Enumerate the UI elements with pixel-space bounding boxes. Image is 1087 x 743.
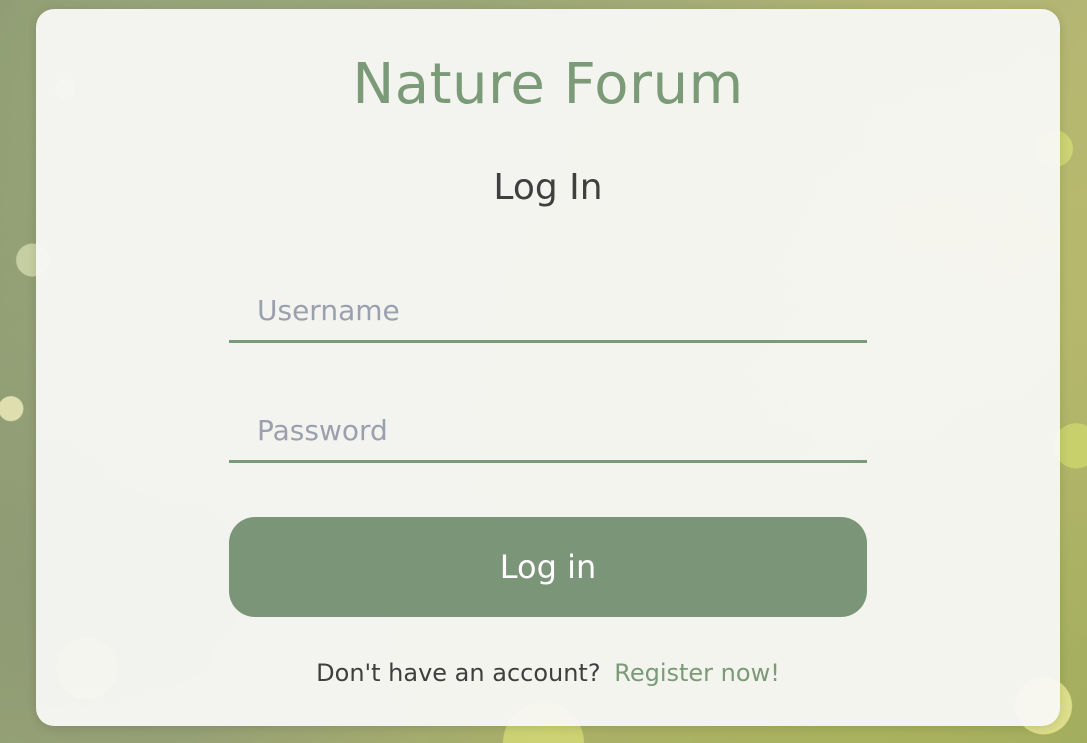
app-title: Nature Forum <box>352 52 744 117</box>
register-prompt-text: Don't have an account? <box>316 659 601 687</box>
password-input[interactable] <box>229 401 867 463</box>
login-heading: Log In <box>493 167 603 208</box>
username-input[interactable] <box>229 281 867 343</box>
register-link[interactable]: Register now! <box>614 659 780 687</box>
login-card: Nature Forum Log In Log in Don't have an… <box>36 9 1060 726</box>
register-prompt-row: Don't have an account? Register now! <box>36 657 1060 689</box>
login-button[interactable]: Log in <box>229 517 867 617</box>
